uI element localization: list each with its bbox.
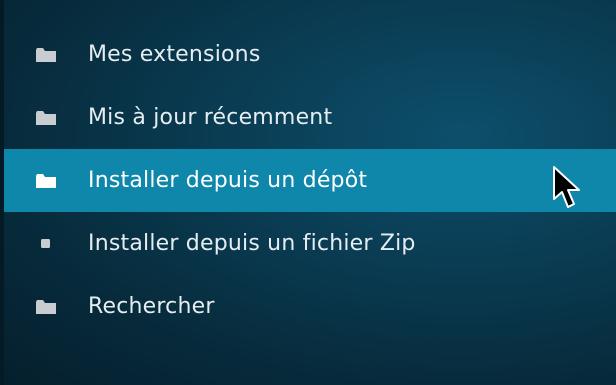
menu-item-label: Rechercher — [88, 294, 215, 319]
folder-icon — [35, 299, 57, 315]
square-icon — [35, 236, 57, 252]
mouse-pointer-icon — [553, 166, 580, 208]
menu-item-label: Installer depuis un fichier Zip — [88, 231, 416, 256]
addons-menu: Mes extensions Mis à jour récemment Inst… — [0, 23, 616, 338]
menu-item-label: Mis à jour récemment — [88, 105, 333, 130]
folder-icon — [35, 173, 57, 189]
folder-icon — [35, 110, 57, 126]
menu-item-my-addons[interactable]: Mes extensions — [0, 23, 616, 86]
menu-item-install-from-repository[interactable]: Installer depuis un dépôt — [4, 149, 616, 212]
menu-item-label: Installer depuis un dépôt — [88, 168, 368, 193]
menu-item-search[interactable]: Rechercher — [0, 275, 616, 338]
menu-item-label: Mes extensions — [88, 42, 261, 67]
folder-icon — [35, 47, 57, 63]
menu-item-install-from-zip[interactable]: Installer depuis un fichier Zip — [0, 212, 616, 275]
menu-item-recently-updated[interactable]: Mis à jour récemment — [0, 86, 616, 149]
